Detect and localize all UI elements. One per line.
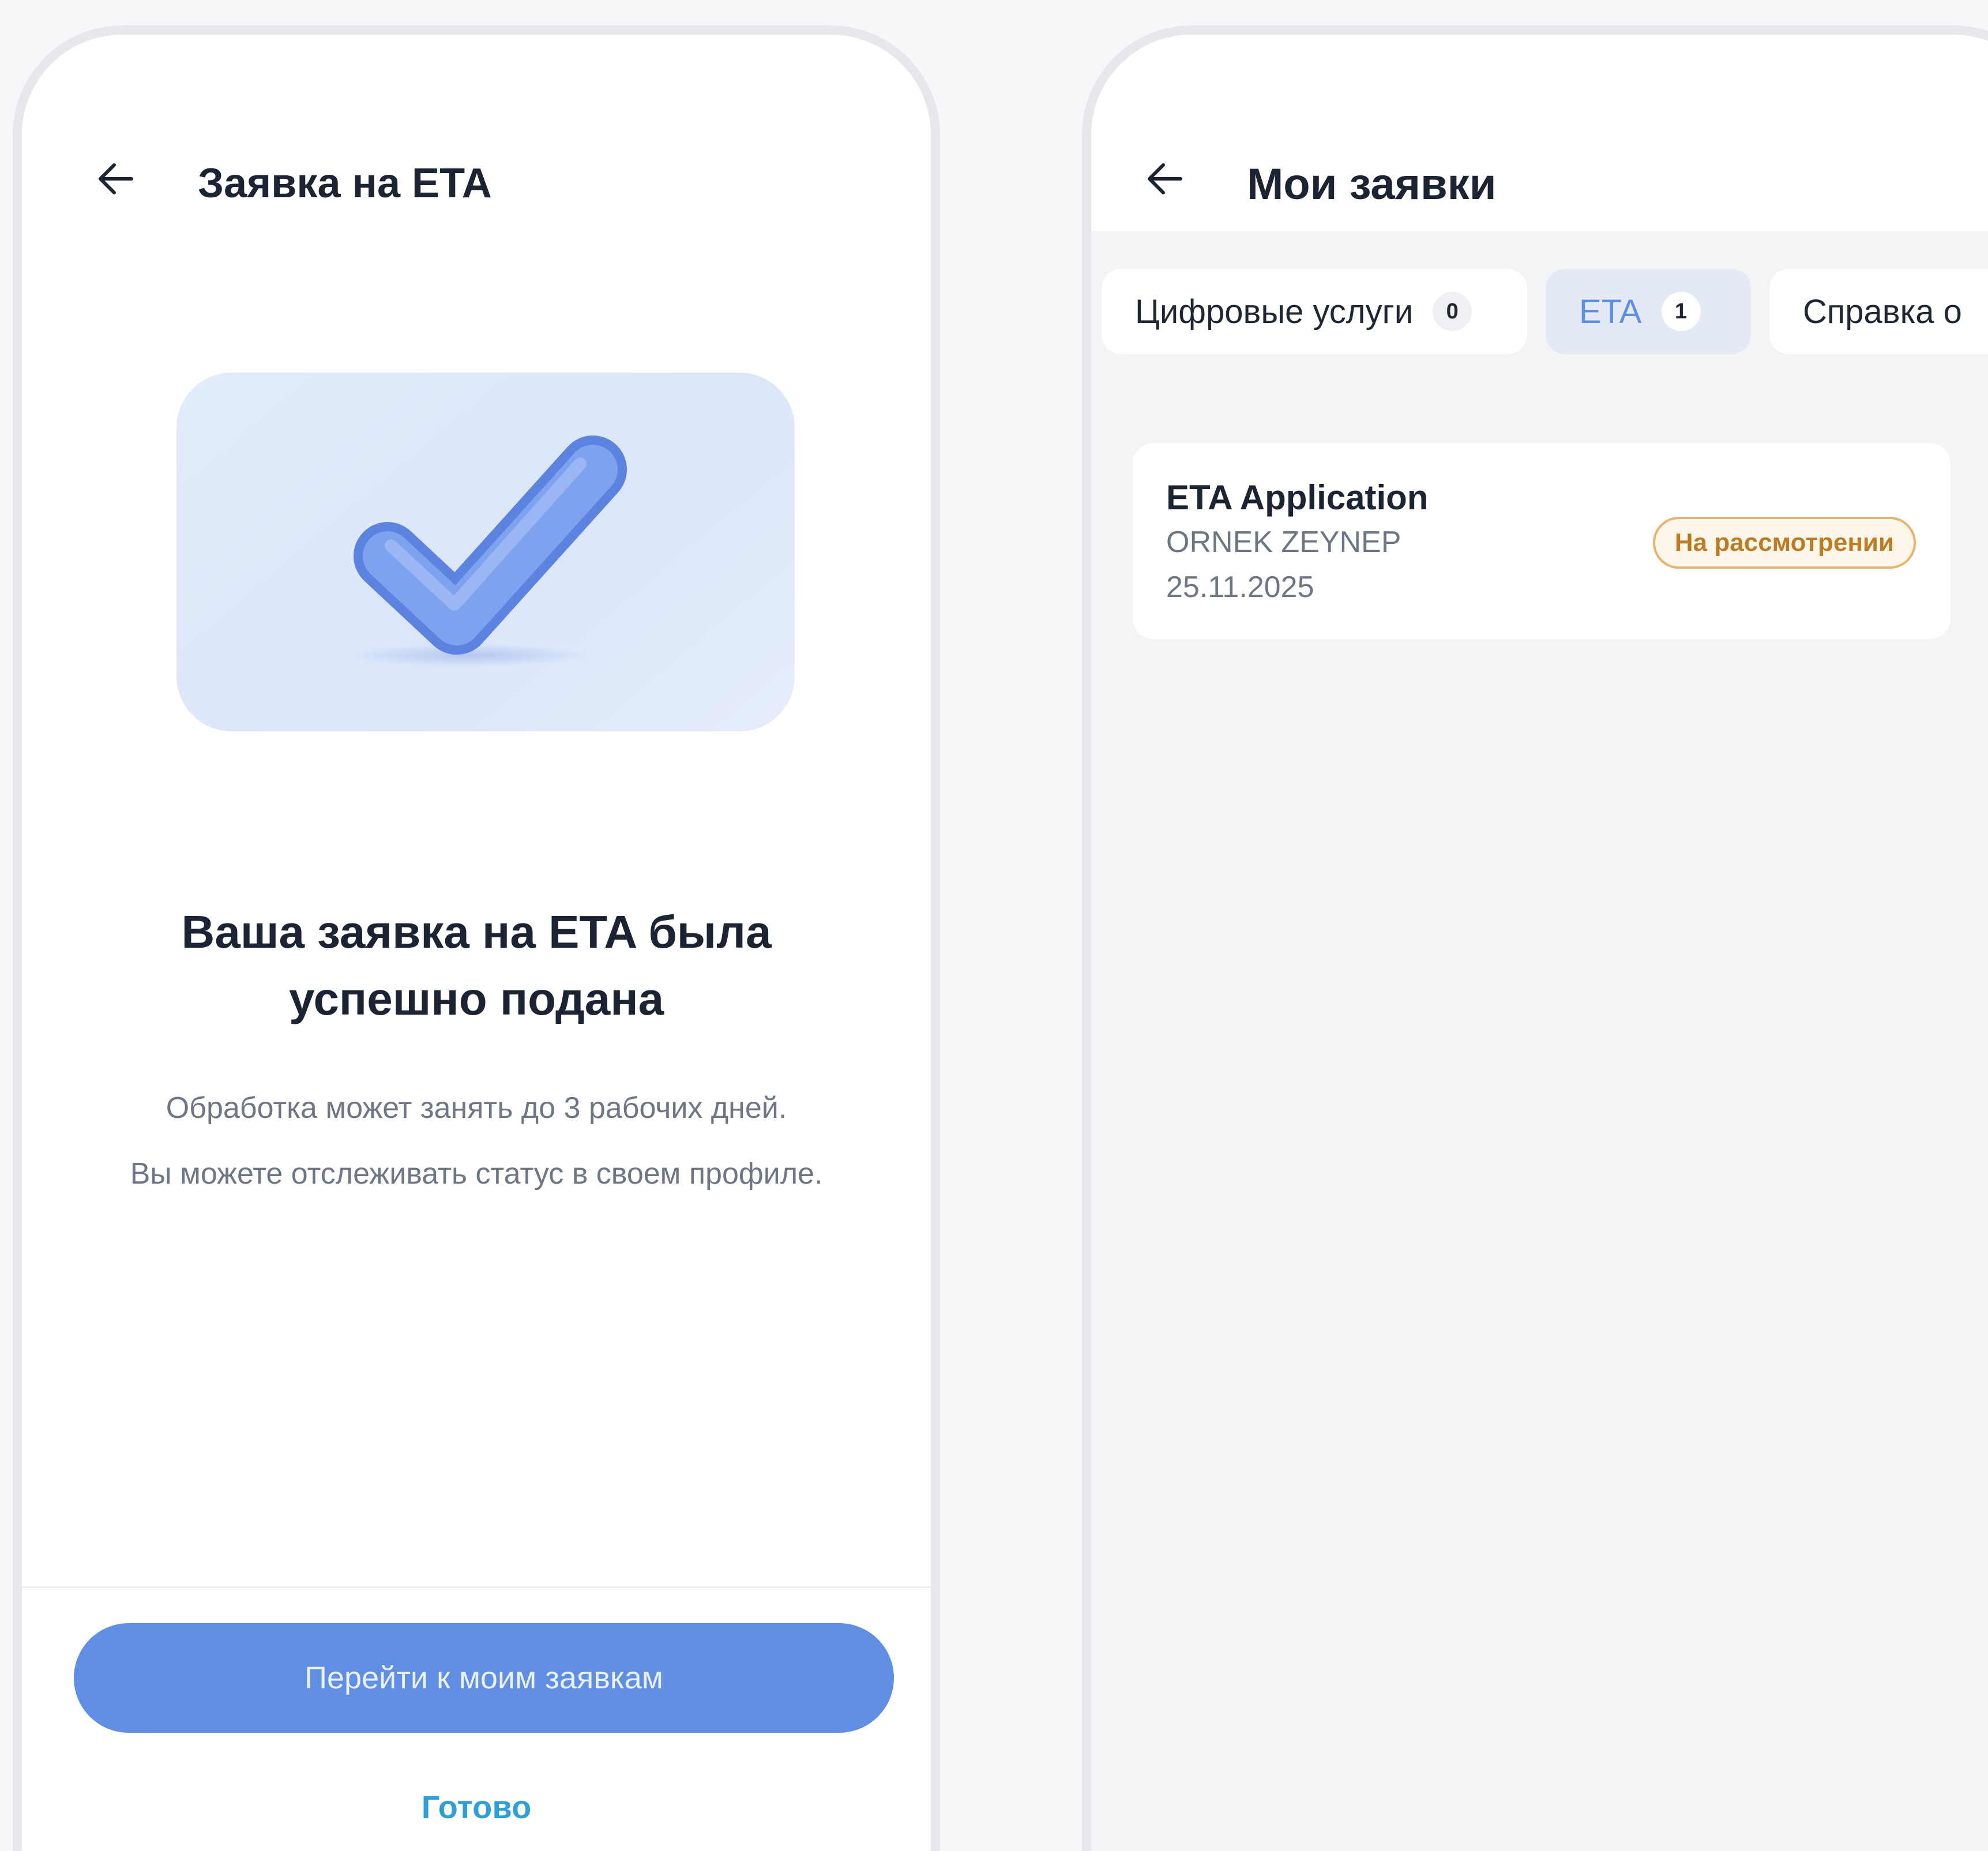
tab-label: Цифровые услуги xyxy=(1135,292,1414,331)
applicant-name: ORNEK ZEYNEP xyxy=(1166,525,1401,559)
divider xyxy=(22,1586,931,1588)
success-screen: Заявка на ETA Ваша заявка на ETA была ус… xyxy=(13,25,940,1851)
tab-label: Справка о xyxy=(1803,292,1962,331)
go-to-my-applications-button[interactable]: Перейти к моим заявкам xyxy=(74,1623,894,1733)
page-title: Мои заявки xyxy=(1247,160,1497,209)
tab-certificate[interactable]: Справка о xyxy=(1769,269,1988,354)
status-badge: На рассмотрении xyxy=(1652,517,1916,569)
arrow-left-icon[interactable] xyxy=(97,162,134,196)
arrow-left-icon[interactable] xyxy=(1146,162,1183,196)
application-title: ETA Application xyxy=(1166,478,1429,517)
status-tracking-text: Вы можете отслеживать статус в своем про… xyxy=(130,1157,823,1191)
my-applications-screen: Мои заявки Цифровые услуги 0 ETA 1 Справ… xyxy=(1082,25,1988,1851)
tab-eta[interactable]: ETA 1 xyxy=(1546,269,1751,354)
application-card[interactable]: ETA Application ORNEK ZEYNEP 25.11.2025 … xyxy=(1133,443,1951,639)
header-bar: Заявка на ETA xyxy=(22,35,931,231)
tab-digital-services[interactable]: Цифровые услуги 0 xyxy=(1102,269,1527,354)
checkmark-icon xyxy=(354,435,627,655)
header-bar: Мои заявки xyxy=(1091,35,1988,231)
page-title: Заявка на ETA xyxy=(198,160,492,206)
application-date: 25.11.2025 xyxy=(1166,570,1314,604)
success-title: Ваша заявка на ETA была успешно подана xyxy=(181,906,772,1024)
tab-label: ETA xyxy=(1579,292,1642,331)
tab-count-badge: 0 xyxy=(1433,292,1472,331)
tab-count-badge: 1 xyxy=(1661,292,1701,331)
processing-time-text: Обработка может занять до 3 рабочих дней… xyxy=(166,1091,787,1125)
success-illustration xyxy=(176,373,795,731)
done-button[interactable]: Готово xyxy=(22,1788,931,1826)
